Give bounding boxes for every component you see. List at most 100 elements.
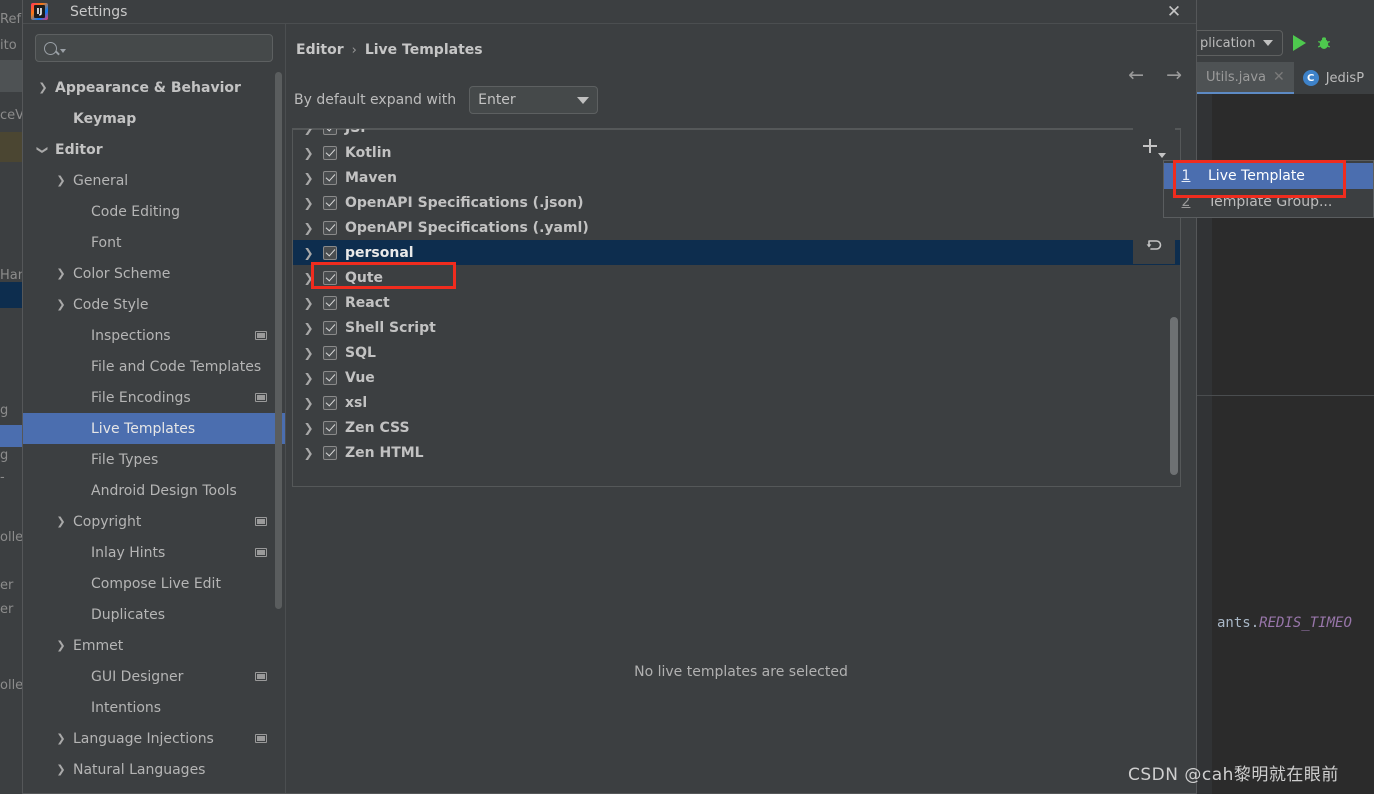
close-icon[interactable]: ✕ xyxy=(1273,69,1285,85)
template-group-row[interactable]: ❯ personal xyxy=(293,240,1180,265)
chevron-right-icon[interactable]: ❯ xyxy=(54,639,68,653)
template-group-row[interactable]: ❯ Zen HTML xyxy=(293,440,1180,465)
sidebar-item-code-editing[interactable]: Code Editing xyxy=(23,196,285,227)
template-group-row[interactable]: ❯ OpenAPI Specifications (.json) xyxy=(293,190,1180,215)
template-group-row[interactable]: ❯ JSP xyxy=(293,129,1180,140)
sidebar-item-general[interactable]: ❯ General xyxy=(23,165,285,196)
chevron-right-icon[interactable]: ❯ xyxy=(54,515,68,529)
sidebar-item-keymap[interactable]: Keymap xyxy=(23,103,285,134)
revert-button[interactable] xyxy=(1133,226,1175,264)
chevron-right-icon[interactable]: ❯ xyxy=(302,321,315,335)
template-group-checkbox[interactable] xyxy=(323,345,337,360)
chevron-right-icon[interactable]: ❯ xyxy=(302,146,315,160)
run-icon[interactable] xyxy=(1292,35,1306,51)
sidebar-item-gui-designer[interactable]: GUI Designer xyxy=(23,661,285,692)
editor-tab-jedis[interactable]: C JedisP xyxy=(1293,62,1374,94)
templates-scrollbar-thumb[interactable] xyxy=(1170,317,1178,475)
search-box[interactable] xyxy=(35,34,273,62)
template-group-checkbox[interactable] xyxy=(323,270,337,285)
sidebar-item-editor[interactable]: ❯ Editor xyxy=(23,134,285,165)
chevron-right-icon[interactable]: ❯ xyxy=(302,421,315,435)
template-group-checkbox[interactable] xyxy=(323,245,337,260)
template-group-row[interactable]: ❯ React xyxy=(293,290,1180,315)
template-group-checkbox[interactable] xyxy=(323,170,337,185)
sidebar-item-compose-live-edit[interactable]: Compose Live Edit xyxy=(23,568,285,599)
template-group-row[interactable]: ❯ Zen CSS xyxy=(293,415,1180,440)
template-group-row[interactable]: ❯ SQL xyxy=(293,340,1180,365)
sidebar-item-file-encodings[interactable]: File Encodings xyxy=(23,382,285,413)
chevron-right-icon[interactable]: ❯ xyxy=(302,371,315,385)
intellij-logo-icon: IJ xyxy=(31,3,48,20)
template-group-label: OpenAPI Specifications (.json) xyxy=(345,194,584,211)
sidebar-item-live-templates[interactable]: Live Templates xyxy=(23,413,285,444)
chevron-right-icon[interactable]: ❯ xyxy=(54,763,68,777)
run-configuration-selector[interactable]: plication xyxy=(1197,30,1283,56)
template-group-row[interactable]: ❯ OpenAPI Specifications (.yaml) xyxy=(293,215,1180,240)
sidebar-item-duplicates[interactable]: Duplicates xyxy=(23,599,285,630)
template-group-checkbox[interactable] xyxy=(323,129,337,135)
template-group-checkbox[interactable] xyxy=(323,370,337,385)
template-group-checkbox[interactable] xyxy=(323,395,337,410)
editor-tab-utils[interactable]: Utils.java ✕ xyxy=(1197,62,1294,94)
breadcrumb-parent[interactable]: Editor xyxy=(296,42,344,58)
sidebar-item-copyright[interactable]: ❯ Copyright xyxy=(23,506,285,537)
chevron-right-icon[interactable]: ❯ xyxy=(302,129,315,135)
add-button[interactable] xyxy=(1133,128,1175,164)
arrow-left-icon[interactable]: ← xyxy=(1128,64,1144,86)
expand-with-select[interactable]: Enter xyxy=(469,86,599,114)
template-group-checkbox[interactable] xyxy=(323,445,337,460)
chevron-right-icon[interactable]: ❯ xyxy=(302,246,315,260)
chevron-right-icon[interactable]: ❯ xyxy=(54,267,68,281)
chevron-down-icon[interactable]: ❯ xyxy=(36,143,50,157)
sidebar-item-language-injections[interactable]: ❯ Language Injections xyxy=(23,723,285,754)
popup-menu-item[interactable]: 1 Live Template xyxy=(1164,163,1373,189)
sidebar-item-natural-languages[interactable]: ❯ Natural Languages xyxy=(23,754,285,785)
navigation-arrows: ← → xyxy=(1128,64,1182,86)
sidebar-scrollbar-thumb[interactable] xyxy=(275,72,282,609)
search-container xyxy=(23,24,285,62)
configurable-badge-icon xyxy=(255,548,267,557)
sidebar-scrollbar[interactable] xyxy=(275,72,282,632)
template-group-row[interactable]: ❯ xsl xyxy=(293,390,1180,415)
template-group-row[interactable]: ❯ Qute xyxy=(293,265,1180,290)
chevron-right-icon[interactable]: ❯ xyxy=(302,346,315,360)
sidebar-item-code-style[interactable]: ❯ Code Style xyxy=(23,289,285,320)
template-group-checkbox[interactable] xyxy=(323,320,337,335)
chevron-right-icon[interactable]: ❯ xyxy=(302,296,315,310)
chevron-right-icon[interactable]: ❯ xyxy=(302,171,315,185)
template-group-checkbox[interactable] xyxy=(323,220,337,235)
debug-icon[interactable] xyxy=(1316,35,1332,51)
chevron-right-icon[interactable]: ❯ xyxy=(302,271,315,285)
chevron-right-icon[interactable]: ❯ xyxy=(54,298,68,312)
chevron-right-icon[interactable]: ❯ xyxy=(36,81,50,95)
sidebar-item-intentions[interactable]: Intentions xyxy=(23,692,285,723)
sidebar-item-appearance-behavior[interactable]: ❯ Appearance & Behavior xyxy=(23,72,285,103)
popup-menu-item[interactable]: 2 Template Group... xyxy=(1164,189,1373,215)
arrow-right-icon[interactable]: → xyxy=(1166,64,1182,86)
template-group-row[interactable]: ❯ Maven xyxy=(293,165,1180,190)
sidebar-item-inlay-hints[interactable]: Inlay Hints xyxy=(23,537,285,568)
chevron-right-icon[interactable]: ❯ xyxy=(54,174,68,188)
sidebar-item-font[interactable]: Font xyxy=(23,227,285,258)
template-group-row[interactable]: ❯ Shell Script xyxy=(293,315,1180,340)
sidebar-item-android-design-tools[interactable]: Android Design Tools xyxy=(23,475,285,506)
template-group-row[interactable]: ❯ Kotlin xyxy=(293,140,1180,165)
template-group-checkbox[interactable] xyxy=(323,295,337,310)
sidebar-item-inspections[interactable]: Inspections xyxy=(23,320,285,351)
sidebar-item-file-and-code-templates[interactable]: File and Code Templates xyxy=(23,351,285,382)
sidebar-item-emmet[interactable]: ❯ Emmet xyxy=(23,630,285,661)
sidebar-item-color-scheme[interactable]: ❯ Color Scheme xyxy=(23,258,285,289)
template-group-checkbox[interactable] xyxy=(323,420,337,435)
template-group-checkbox[interactable] xyxy=(323,145,337,160)
sidebar-item-file-types[interactable]: File Types xyxy=(23,444,285,475)
template-group-row[interactable]: ❯ Vue xyxy=(293,365,1180,390)
search-input[interactable] xyxy=(66,40,264,56)
chevron-right-icon[interactable]: ❯ xyxy=(302,196,315,210)
close-icon[interactable]: ✕ xyxy=(1152,0,1196,24)
template-group-checkbox[interactable] xyxy=(323,195,337,210)
chevron-right-icon[interactable]: ❯ xyxy=(302,396,315,410)
sidebar-item-label: Appearance & Behavior xyxy=(55,79,241,96)
chevron-right-icon[interactable]: ❯ xyxy=(302,221,315,235)
chevron-right-icon[interactable]: ❯ xyxy=(54,732,68,746)
chevron-right-icon[interactable]: ❯ xyxy=(302,446,315,460)
